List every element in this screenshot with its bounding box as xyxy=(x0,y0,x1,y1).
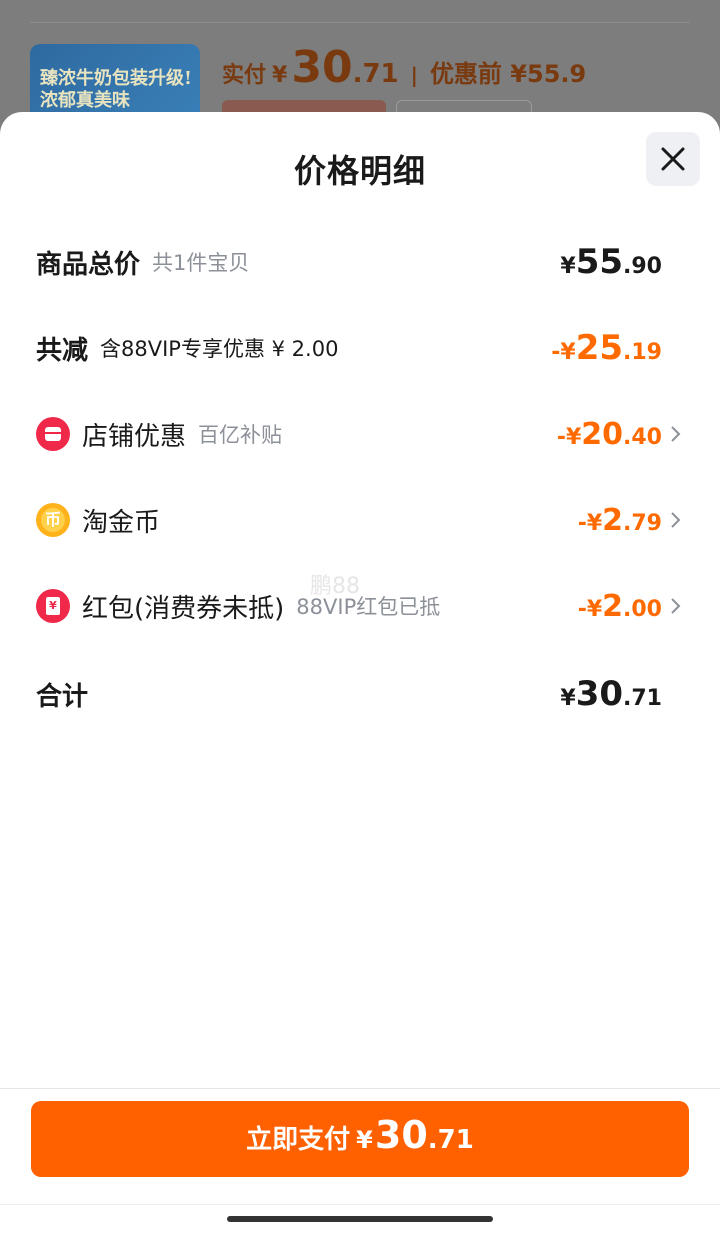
row-label: 红包(消费券未抵) xyxy=(82,593,285,624)
close-button[interactable] xyxy=(646,132,700,186)
row-red-packet[interactable]: ¥ 红包(消费券未抵) 88VIP红包已抵 -¥ 2.00 xyxy=(36,576,684,636)
pay-now-button[interactable]: 立即支付 ¥ 30 .71 xyxy=(31,1101,689,1177)
background-page: 臻浓牛奶包装升级! 浓郁真美味 实付 ¥ 30 .71 | 优惠前 ¥55.9 xyxy=(0,0,720,130)
store-icon xyxy=(36,417,70,451)
tao-coin-amount: -¥ 2.79 xyxy=(577,502,662,538)
background-divider xyxy=(30,22,690,23)
close-icon xyxy=(661,147,685,171)
footer-divider xyxy=(0,1088,720,1089)
row-label: 店铺优惠 xyxy=(82,421,187,452)
home-indicator[interactable] xyxy=(227,1216,493,1222)
row-sub: 百亿补贴 xyxy=(198,423,283,447)
row-tao-coin[interactable]: 币 淘金币 -¥ 2.79 xyxy=(36,490,684,550)
goods-total-amount: ¥55.90 xyxy=(560,242,662,282)
sum-amount: ¥30.71 xyxy=(560,674,662,714)
row-total-reduction: 共减 含88VIP专享优惠 ¥ 2.00 -¥ 25.19 xyxy=(36,318,684,378)
row-store-discount[interactable]: 店铺优惠 百亿补贴 -¥ 20.40 xyxy=(36,404,684,464)
background-paid-price: 实付 ¥ 30 .71 | 优惠前 ¥55.9 xyxy=(222,42,587,93)
chevron-right-icon xyxy=(670,596,684,616)
row-sub: 含88VIP专享优惠 ¥ 2.00 xyxy=(100,337,339,361)
store-discount-amount: -¥ 20.40 xyxy=(556,416,662,452)
row-sub: 共1件宝贝 xyxy=(152,251,250,275)
red-packet-icon: ¥ xyxy=(36,589,70,623)
chevron-right-icon xyxy=(670,424,684,444)
coin-glyph: 币 xyxy=(44,510,61,529)
coin-icon: 币 xyxy=(36,503,70,537)
row-label: 合计 xyxy=(36,681,89,712)
red-packet-amount: -¥ 2.00 xyxy=(577,588,662,624)
footer-divider-bottom xyxy=(0,1204,720,1205)
row-label: 淘金币 xyxy=(82,507,161,538)
row-label: 共减 xyxy=(36,335,89,366)
total-reduction-amount: -¥ 25.19 xyxy=(551,328,662,368)
red-packet-glyph: ¥ xyxy=(49,599,57,612)
row-goods-total: 商品总价 共1件宝贝 ¥55.90 xyxy=(36,232,684,292)
price-detail-sheet: 价格明细 商品总价 共1件宝贝 ¥55.90 共减 含88VIP专享优惠 ¥ 2… xyxy=(0,112,720,1233)
row-sum: 合计 ¥30.71 xyxy=(36,664,684,724)
row-label: 商品总价 xyxy=(36,249,141,280)
watermark: 鹏88 xyxy=(310,574,360,599)
sheet-title: 价格明细 xyxy=(293,152,426,190)
chevron-right-icon xyxy=(670,510,684,530)
